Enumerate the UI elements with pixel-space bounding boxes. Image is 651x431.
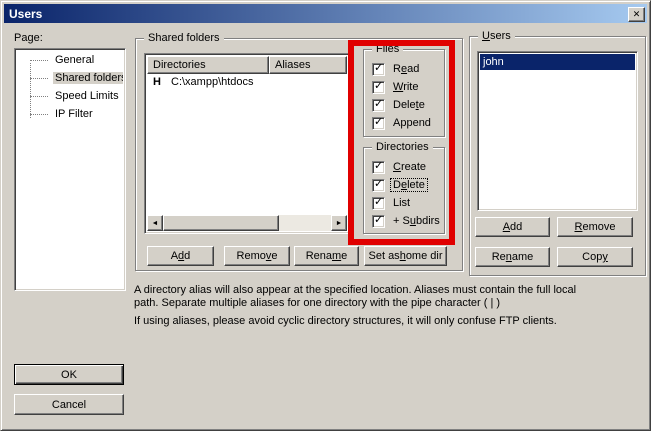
- listview-header: Directories Aliases: [147, 56, 347, 74]
- scrollbar-track[interactable]: [279, 215, 331, 231]
- copy-user-button[interactable]: Copy: [557, 247, 633, 267]
- page-item-general[interactable]: General: [17, 51, 123, 69]
- delete-dirs-label: Delete: [390, 178, 428, 192]
- create-checkbox[interactable]: ✓: [372, 161, 385, 174]
- files-group-label: Files: [372, 42, 403, 56]
- set-home-dir-button[interactable]: Set as home dir: [364, 246, 447, 266]
- page-item-shared-folders[interactable]: Shared folders: [17, 69, 123, 87]
- write-checkbox[interactable]: ✓: [372, 81, 385, 94]
- delete-dirs-checkbox[interactable]: ✓: [372, 179, 385, 192]
- files-permissions-group: Files ✓ Read ✓ Write ✓ Delete ✓ Append: [363, 49, 445, 137]
- page-tree: General Shared folders Speed Limits IP F…: [14, 48, 126, 291]
- checkbox-list[interactable]: ✓ List: [372, 196, 413, 210]
- check-icon: ✓: [374, 61, 383, 74]
- read-checkbox[interactable]: ✓: [372, 63, 385, 76]
- check-icon: ✓: [374, 213, 383, 226]
- check-icon: ✓: [374, 195, 383, 208]
- page-item-speed-limits[interactable]: Speed Limits: [17, 87, 123, 105]
- page-item-ip-filter[interactable]: IP Filter: [17, 105, 123, 123]
- check-icon: ✓: [374, 97, 383, 110]
- alias-note-line1: A directory alias will also appear at th…: [134, 284, 576, 296]
- directories-listview[interactable]: Directories Aliases H C:\xampp\htdocs ◄ …: [144, 53, 350, 234]
- checkbox-write[interactable]: ✓ Write: [372, 80, 421, 94]
- users-listbox[interactable]: john: [477, 51, 638, 211]
- list-checkbox[interactable]: ✓: [372, 197, 385, 210]
- delete-files-label: Delete: [390, 98, 428, 112]
- checkbox-subdirs[interactable]: ✓ + Subdirs: [372, 214, 443, 228]
- checkbox-read[interactable]: ✓ Read: [372, 62, 422, 76]
- list-label: List: [390, 196, 413, 210]
- cyclic-note: If using aliases, please avoid cyclic di…: [134, 315, 557, 327]
- check-icon: ✓: [374, 177, 383, 190]
- alias-note-line2: path. Separate multiple aliases for one …: [134, 297, 500, 309]
- checkbox-create[interactable]: ✓ Create: [372, 160, 429, 174]
- page-label: Page:: [14, 32, 43, 44]
- directories-permissions-group: Directories ✓ Create ✓ Delete ✓ List ✓ +…: [363, 147, 445, 234]
- directories-group-label: Directories: [372, 140, 433, 154]
- add-folder-button[interactable]: Add: [147, 246, 214, 266]
- add-user-button[interactable]: Add: [475, 217, 550, 237]
- append-label: Append: [390, 116, 434, 130]
- users-group-label: Users: [478, 29, 515, 43]
- horizontal-scrollbar[interactable]: ◄ ►: [147, 215, 347, 231]
- checkbox-append[interactable]: ✓ Append: [372, 116, 434, 130]
- users-dialog: Users ✕ Page: General Shared folders Spe…: [0, 0, 651, 431]
- check-icon: ✓: [374, 115, 383, 128]
- scroll-right-icon: ►: [336, 220, 343, 227]
- rename-user-button[interactable]: Rename: [475, 247, 550, 267]
- scroll-right-button[interactable]: ►: [331, 215, 347, 231]
- subdirs-checkbox[interactable]: ✓: [372, 215, 385, 228]
- scroll-left-button[interactable]: ◄: [147, 215, 163, 231]
- user-item-john[interactable]: john: [480, 54, 635, 70]
- directory-path: C:\xampp\htdocs: [171, 74, 254, 91]
- close-icon: ✕: [633, 10, 641, 19]
- scrollbar-thumb[interactable]: [163, 215, 279, 231]
- check-icon: ✓: [374, 79, 383, 92]
- delete-files-checkbox[interactable]: ✓: [372, 99, 385, 112]
- scroll-left-icon: ◄: [152, 220, 159, 227]
- directory-row[interactable]: H C:\xampp\htdocs: [147, 74, 347, 91]
- shared-folders-group-label: Shared folders: [144, 31, 224, 45]
- column-header-aliases[interactable]: Aliases: [269, 56, 347, 74]
- remove-user-button[interactable]: Remove: [557, 217, 633, 237]
- column-header-directories[interactable]: Directories: [147, 56, 269, 74]
- window-title: Users: [9, 7, 42, 21]
- write-label: Write: [390, 80, 421, 94]
- append-checkbox[interactable]: ✓: [372, 117, 385, 130]
- cancel-button[interactable]: Cancel: [14, 394, 124, 415]
- check-icon: ✓: [374, 159, 383, 172]
- remove-folder-button[interactable]: Remove: [224, 246, 290, 266]
- create-label: Create: [390, 160, 429, 174]
- checkbox-delete-files[interactable]: ✓ Delete: [372, 98, 428, 112]
- checkbox-delete-dirs[interactable]: ✓ Delete: [372, 178, 428, 192]
- home-marker: H: [153, 74, 161, 91]
- ok-button[interactable]: OK: [14, 364, 124, 385]
- close-button[interactable]: ✕: [628, 7, 645, 22]
- title-bar[interactable]: Users: [4, 4, 647, 23]
- subdirs-label: + Subdirs: [390, 214, 443, 228]
- rename-folder-button[interactable]: Rename: [294, 246, 359, 266]
- read-label: Read: [390, 62, 422, 76]
